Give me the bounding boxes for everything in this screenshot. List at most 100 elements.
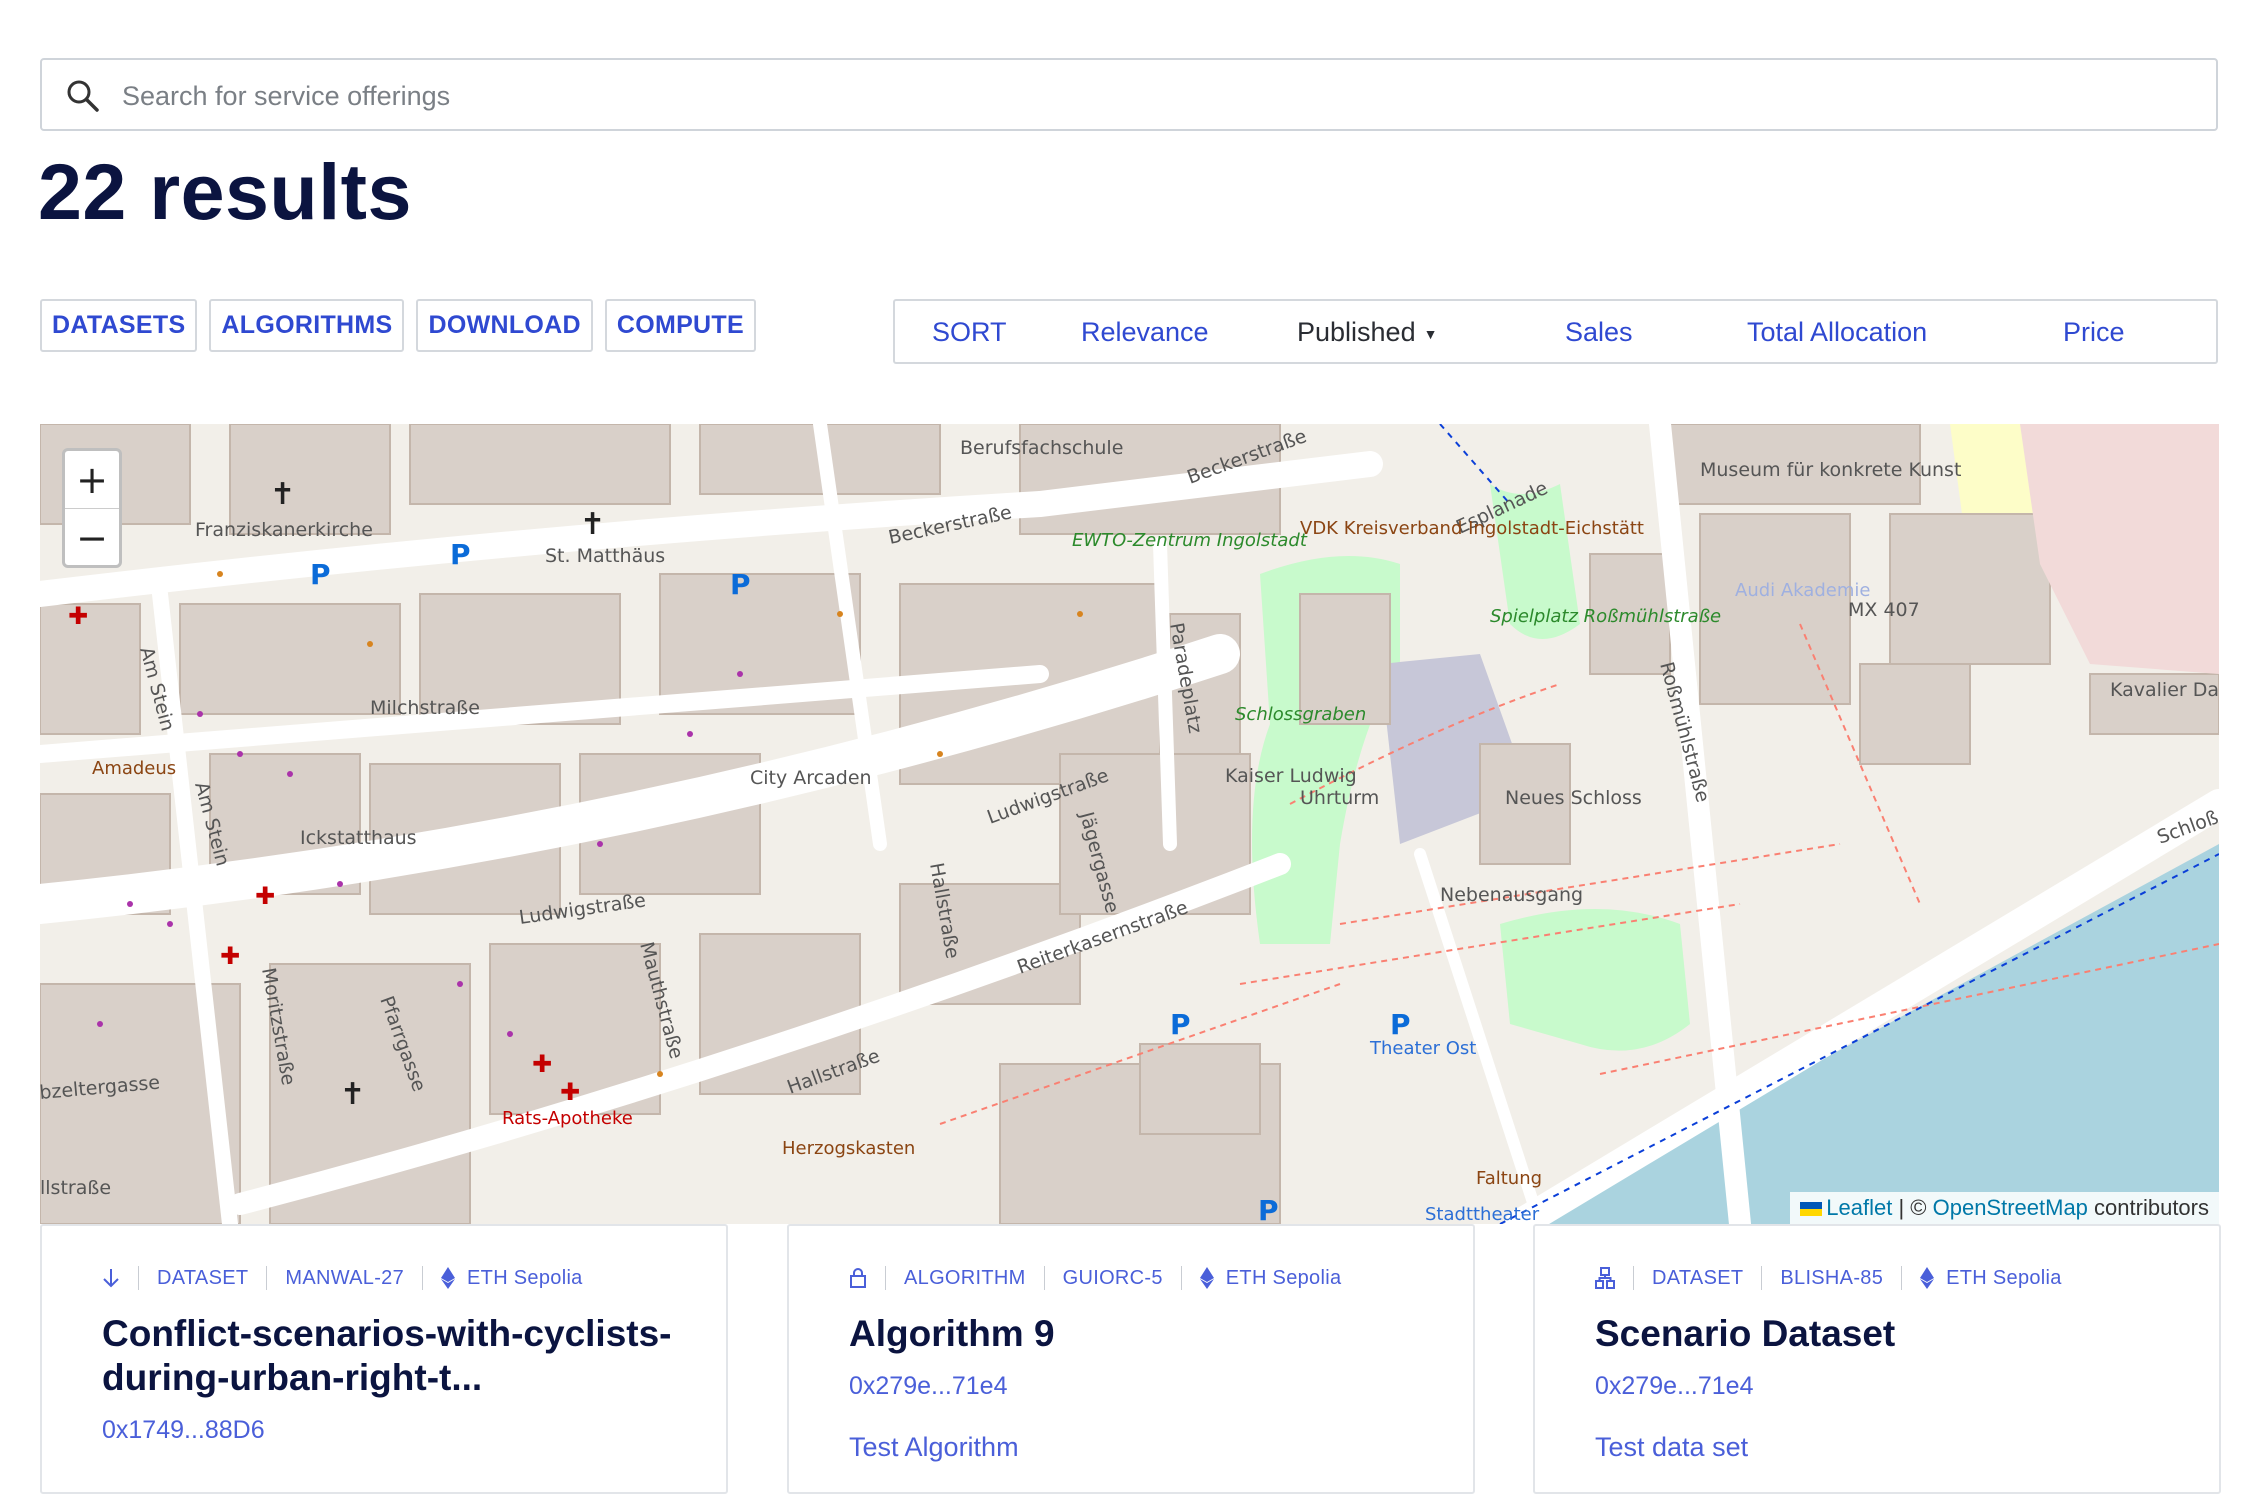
meta-divider: [1180, 1266, 1182, 1290]
asset-type: ALGORITHM: [904, 1266, 1026, 1289]
map-label-schlossgraben: Schlossgraben: [1235, 704, 1366, 725]
asset-owner-address[interactable]: 0x279e...71e4: [1595, 1372, 1753, 1401]
asset-symbol: MANWAL-27: [285, 1266, 405, 1289]
ethereum-icon: [1199, 1267, 1214, 1289]
download-icon: [103, 1269, 119, 1288]
map-label-herzogskasten: Herzogskasten: [782, 1138, 915, 1159]
sort-label: SORT: [932, 317, 1007, 347]
filter-download-button[interactable]: DOWNLOAD: [416, 299, 593, 352]
map-label-rats-apotheke: Rats-Apotheke: [502, 1108, 633, 1129]
asset-network: ETH Sepolia: [1946, 1266, 2062, 1289]
map-label-st-matthaus: St. Matthäus: [545, 545, 665, 567]
asset-meta: ALGORITHM GUIORC-5 ETH Sepolia: [849, 1266, 1341, 1290]
svg-text:✝: ✝: [340, 1077, 365, 1112]
search-icon: [67, 80, 99, 112]
asset-owner-address[interactable]: 0x1749...88D6: [102, 1416, 265, 1445]
map-label-ickstatthaus: Ickstatthaus: [300, 827, 417, 849]
asset-type: DATASET: [157, 1266, 249, 1289]
svg-text:P: P: [730, 568, 751, 601]
svg-text:P: P: [1170, 1008, 1191, 1041]
sort-published-option[interactable]: Published ▼: [1297, 317, 1437, 348]
map-zoom-control: + −: [62, 448, 122, 568]
map-label-theater-ost: Theater Ost: [1369, 1038, 1476, 1059]
svg-text:✚: ✚: [560, 1078, 580, 1106]
asset-card[interactable]: ALGORITHM GUIORC-5 ETH Sepolia Algorithm…: [787, 1224, 1475, 1494]
svg-text:✚: ✚: [532, 1050, 552, 1078]
zoom-out-button[interactable]: −: [65, 509, 119, 566]
map-label-nebenausgang: Nebenausgang: [1440, 884, 1583, 906]
svg-text:✚: ✚: [68, 602, 88, 630]
map-label-kavalier: Kavalier Dalwigk: [2110, 679, 2219, 701]
meta-divider: [1633, 1266, 1634, 1290]
map-label-spielplatz: Spielplatz Roßmühlstraße: [1490, 606, 1721, 627]
filter-datasets-button[interactable]: DATASETS: [40, 299, 198, 352]
asset-symbol: BLISHA-85: [1780, 1266, 1884, 1289]
search-bar[interactable]: [40, 58, 2218, 131]
map-label-stadttheater: Stadttheater: [1425, 1204, 1540, 1224]
map-label-franziskanerkirche: Franziskanerkirche: [195, 519, 373, 541]
map-label-llstrasse: llstraße: [40, 1177, 111, 1199]
map-label-audi: Audi Akademie: [1735, 580, 1870, 601]
lock-icon: [850, 1268, 866, 1288]
asset-title[interactable]: Algorithm 9: [849, 1312, 1439, 1356]
meta-divider: [885, 1266, 886, 1290]
compute-icon: [1595, 1267, 1615, 1289]
asset-network: ETH Sepolia: [1225, 1266, 1342, 1289]
asset-card[interactable]: DATASET BLISHA-85 ETH Sepolia Scenario D…: [1533, 1224, 2221, 1494]
svg-text:✝: ✝: [270, 477, 295, 512]
asset-symbol: GUIORC-5: [1062, 1266, 1163, 1289]
filter-compute-button[interactable]: COMPUTE: [604, 299, 756, 352]
leaflet-link[interactable]: Leaflet: [1826, 1195, 1892, 1220]
ethereum-icon: [441, 1267, 456, 1289]
caret-down-icon: ▼: [1423, 325, 1438, 342]
asset-title[interactable]: Scenario Dataset: [1595, 1312, 2185, 1356]
sort-published-label: Published: [1297, 317, 1416, 347]
map-label-berufsfachschule: Berufsfachschule: [960, 437, 1123, 459]
asset-meta: DATASET BLISHA-85 ETH Sepolia: [1595, 1266, 2062, 1290]
type-filters: DATASETS ALGORITHMS DOWNLOAD COMPUTE: [40, 299, 756, 352]
map-label-vdk: VDK Kreisverband Ingolstadt-Eichstätt: [1300, 518, 1644, 539]
asset-description: Test data set: [1595, 1432, 1749, 1462]
asset-network: ETH Sepolia: [467, 1266, 583, 1289]
svg-text:✝: ✝: [580, 507, 605, 542]
map-label-ewto: EWTO-Zentrum Ingolstadt: [1072, 530, 1308, 551]
zoom-in-button[interactable]: +: [65, 451, 119, 509]
svg-text:✚: ✚: [255, 882, 275, 910]
openstreetmap-link[interactable]: OpenStreetMap: [1933, 1195, 2088, 1220]
map-label-amadeus: Amadeus: [92, 758, 176, 779]
sort-total-allocation-option[interactable]: Total Allocation: [1747, 317, 1927, 348]
asset-description: Test Algorithm: [849, 1432, 1019, 1462]
sort-sales-option[interactable]: Sales: [1565, 317, 1633, 348]
meta-divider: [1043, 1266, 1045, 1290]
meta-divider: [138, 1266, 139, 1290]
svg-text:P: P: [1258, 1194, 1279, 1224]
map-label-museum: Museum für konkrete Kunst: [1700, 459, 1961, 481]
map-label-kaiser-ludwig: Kaiser Ludwig: [1225, 765, 1357, 787]
asset-card[interactable]: DATASET MANWAL-27 ETH Sepolia Conflict-s…: [40, 1224, 728, 1494]
attribution-suffix: contributors: [2094, 1195, 2209, 1220]
svg-text:P: P: [310, 558, 331, 591]
attribution-separator: | ©: [1898, 1195, 1927, 1220]
filter-algorithms-button[interactable]: ALGORITHMS: [209, 299, 405, 352]
asset-meta: DATASET MANWAL-27 ETH Sepolia: [102, 1266, 583, 1290]
map-label-neues-schloss: Neues Schloss: [1505, 787, 1642, 809]
svg-text:P: P: [450, 538, 471, 571]
map-label-milchstrasse: Milchstraße: [370, 697, 480, 719]
results-count: 22 results: [38, 147, 412, 236]
meta-divider: [1761, 1266, 1763, 1290]
sort-price-option[interactable]: Price: [2063, 317, 2125, 348]
map-label-faltung: Faltung: [1476, 1168, 1542, 1189]
asset-type: DATASET: [1652, 1266, 1744, 1289]
meta-divider: [422, 1266, 424, 1290]
ukraine-flag-icon: [1800, 1202, 1823, 1217]
map-label-mx407: MX 407: [1848, 599, 1920, 621]
sort-relevance-option[interactable]: Relevance: [1081, 317, 1209, 348]
map-tiles: Berufsfachschule Beckerstraße Beckerstra…: [40, 424, 2219, 1224]
ethereum-icon: [1920, 1267, 1935, 1289]
svg-text:P: P: [1390, 1008, 1411, 1041]
meta-divider: [1901, 1266, 1903, 1290]
asset-owner-address[interactable]: 0x279e...71e4: [849, 1372, 1007, 1401]
search-input[interactable]: [120, 70, 2174, 122]
map[interactable]: Berufsfachschule Beckerstraße Beckerstra…: [40, 424, 2219, 1224]
asset-title[interactable]: Conflict-scenarios-with-cyclists-during-…: [102, 1312, 692, 1400]
